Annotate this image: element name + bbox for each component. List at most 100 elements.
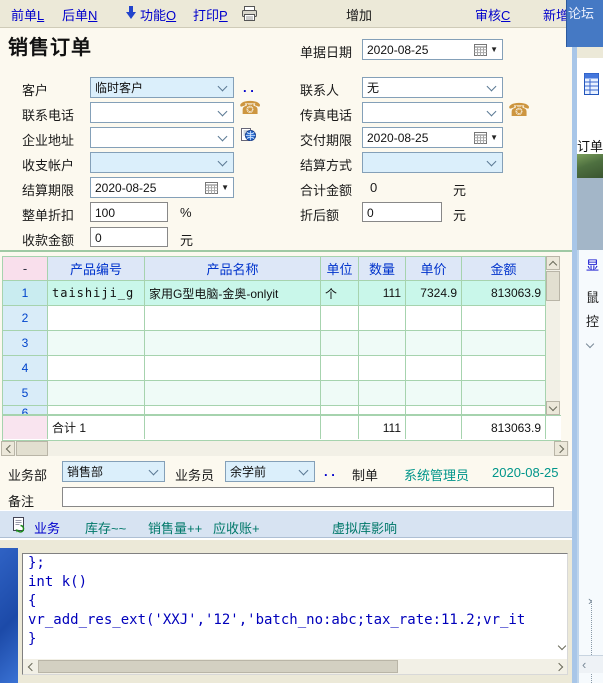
tab-business[interactable]: 业务 [34,518,60,537]
cell-price[interactable] [406,381,462,406]
salesman-browse-link[interactable]: . . [324,464,335,479]
order-grid-icon[interactable] [581,70,601,103]
scroll-left-icon[interactable] [1,441,15,456]
remark-input[interactable] [62,487,554,507]
row-number[interactable]: 6 [3,406,48,415]
cell-unit[interactable] [321,406,359,415]
cell-product-code[interactable] [48,331,145,356]
scroll-right-icon[interactable] [554,441,568,456]
tab-sales-qty[interactable]: 销售量++ [148,518,202,537]
hscroll-thumb[interactable] [16,441,48,456]
settle-date-picker[interactable]: 2020-08-25 ▼ [90,177,234,198]
background-menu-item[interactable]: 控 [586,311,599,330]
phone-icon[interactable]: ☎ [239,98,261,119]
row-number[interactable]: 1 [3,281,48,306]
cell-amount[interactable]: 813063.9 [462,281,546,306]
cell-price[interactable] [406,406,462,415]
cell-qty[interactable] [359,406,406,415]
row-number[interactable]: 4 [3,356,48,381]
address-map-icon[interactable] [240,126,257,148]
chevron-down-icon[interactable] [587,336,593,354]
down-arrow-icon [126,6,136,24]
account-select[interactable] [90,152,234,173]
row-number[interactable]: 5 [3,381,48,406]
refresh-doc-icon[interactable] [11,516,27,538]
forum-window-titlebar[interactable]: 论坛 [566,0,603,47]
cell-qty[interactable] [359,356,406,381]
cell-unit[interactable] [321,306,359,331]
scroll-down-icon[interactable] [559,638,565,656]
cell-price[interactable] [406,306,462,331]
fax-select[interactable] [362,102,503,123]
print-button[interactable]: 打印P [193,5,228,24]
contact-select[interactable]: 无 [362,77,503,98]
background-menu-item[interactable]: 显 [586,255,599,274]
cell-qty[interactable] [359,331,406,356]
cell-unit[interactable] [321,331,359,356]
customer-browse-link[interactable]: . . [243,80,254,95]
doc-date-picker[interactable]: 2020-08-25 ▼ [362,39,503,60]
cell-product-name[interactable] [145,406,321,415]
code-hscroll-thumb[interactable] [38,660,398,673]
delivery-date-picker[interactable]: 2020-08-25 ▼ [362,127,503,148]
prev-order-button[interactable]: 前单L [11,5,44,24]
cell-product-name[interactable] [145,331,321,356]
cell-qty[interactable] [359,381,406,406]
discount-input[interactable]: 100 [90,202,168,222]
scroll-right-icon[interactable]: › [588,593,592,608]
cell-qty[interactable]: 111 [359,281,406,306]
scroll-right-icon[interactable] [553,659,567,674]
row-number[interactable]: 3 [3,331,48,356]
tab-virtual-stock[interactable]: 虚拟库影响 [332,518,397,537]
script-editor[interactable]: }; int k() { vr_add_res_ext('XXJ','12','… [22,553,568,675]
functions-button[interactable]: 功能O [140,5,176,24]
scroll-down-icon[interactable] [546,401,560,415]
cell-unit[interactable] [321,356,359,381]
next-order-button[interactable]: 后单N [62,5,97,24]
printer-icon[interactable] [240,5,259,27]
scroll-left-icon[interactable]: ‹ [582,657,586,672]
audit-button[interactable]: 审核C [475,5,510,24]
cell-product-name[interactable] [145,356,321,381]
received-input[interactable]: 0 [90,227,168,247]
phone-icon[interactable]: ☎ [508,100,530,121]
cell-amount[interactable] [462,381,546,406]
cell-amount[interactable] [462,331,546,356]
cell-amount[interactable] [462,356,546,381]
dept-select[interactable]: 销售部 [62,461,165,482]
cell-price[interactable] [406,331,462,356]
after-discount-input[interactable]: 0 [362,202,442,222]
cell-product-name[interactable] [145,381,321,406]
phone-select[interactable] [90,102,234,123]
customer-select[interactable]: 临时客户 [90,77,234,98]
scroll-up-icon[interactable] [546,256,560,270]
address-select[interactable] [90,127,234,148]
cell-unit[interactable]: 个 [321,281,359,306]
cell-product-name[interactable] [145,306,321,331]
order-icon-label[interactable]: 订单 [577,136,603,155]
cell-product-code[interactable] [48,406,145,415]
cell-product-code[interactable] [48,381,145,406]
background-menu-item[interactable]: 鼠 [586,287,599,306]
table-horizontal-scrollbar[interactable] [1,441,569,456]
cell-product-name[interactable]: 家用G型电脑-金奥-onlyit [145,281,321,306]
settle-method-select[interactable] [362,152,503,173]
row-number[interactable]: 2 [3,306,48,331]
tab-stock[interactable]: 库存~~ [85,518,126,537]
salesman-select[interactable]: 余学前 [225,461,315,482]
cell-unit[interactable] [321,381,359,406]
tab-receivable[interactable]: 应收账+ [213,518,260,537]
background-hscrollbar[interactable]: ‹ [579,655,603,673]
cell-product-code[interactable] [48,356,145,381]
scroll-left-icon[interactable] [23,659,37,674]
add-button[interactable]: 增加 [346,5,372,24]
table-scroll-thumb[interactable] [546,271,560,301]
cell-amount[interactable] [462,406,546,415]
cell-qty[interactable] [359,306,406,331]
cell-price[interactable] [406,356,462,381]
cell-price[interactable]: 7324.9 [406,281,462,306]
cell-amount[interactable] [462,306,546,331]
code-horizontal-scrollbar[interactable] [23,659,567,674]
cell-product-code[interactable] [48,306,145,331]
cell-product-code[interactable]: taishiji_g [48,281,145,306]
